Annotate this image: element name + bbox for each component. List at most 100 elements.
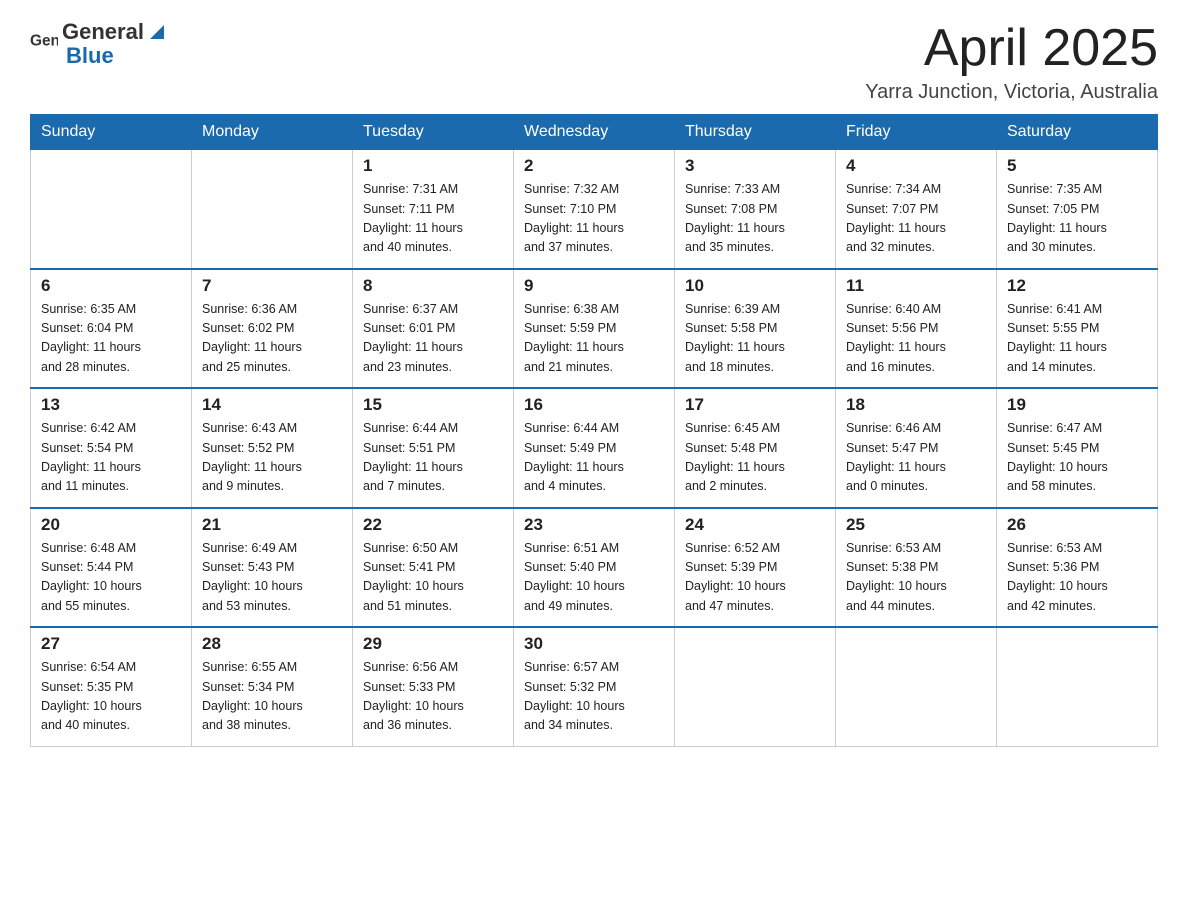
day-info: Sunrise: 6:41 AM Sunset: 5:55 PM Dayligh… [1007, 300, 1147, 378]
day-info: Sunrise: 6:42 AM Sunset: 5:54 PM Dayligh… [41, 419, 181, 497]
day-number: 10 [685, 276, 825, 296]
calendar-day-cell: 9 Sunrise: 6:38 AM Sunset: 5:59 PM Daylig… [514, 269, 675, 389]
day-number: 27 [41, 634, 181, 654]
calendar-header: SundayMondayTuesdayWednesdayThursdayFrid… [31, 115, 1158, 150]
day-number: 4 [846, 156, 986, 176]
calendar-day-cell [997, 627, 1158, 746]
day-info: Sunrise: 6:38 AM Sunset: 5:59 PM Dayligh… [524, 300, 664, 378]
calendar-week-row: 27 Sunrise: 6:54 AM Sunset: 5:35 PM Dayli… [31, 627, 1158, 746]
day-info: Sunrise: 6:49 AM Sunset: 5:43 PM Dayligh… [202, 539, 342, 617]
calendar-day-cell: 12 Sunrise: 6:41 AM Sunset: 5:55 PM Dayli… [997, 269, 1158, 389]
logo-blue-text: Blue [66, 44, 168, 68]
day-number: 5 [1007, 156, 1147, 176]
day-info: Sunrise: 7:34 AM Sunset: 7:07 PM Dayligh… [846, 180, 986, 258]
day-info: Sunrise: 6:46 AM Sunset: 5:47 PM Dayligh… [846, 419, 986, 497]
calendar-day-cell [836, 627, 997, 746]
day-number: 26 [1007, 515, 1147, 535]
day-number: 25 [846, 515, 986, 535]
day-info: Sunrise: 6:44 AM Sunset: 5:51 PM Dayligh… [363, 419, 503, 497]
day-info: Sunrise: 7:35 AM Sunset: 7:05 PM Dayligh… [1007, 180, 1147, 258]
calendar-day-cell [675, 627, 836, 746]
day-info: Sunrise: 6:43 AM Sunset: 5:52 PM Dayligh… [202, 419, 342, 497]
weekday-header-sunday: Sunday [31, 115, 192, 150]
calendar-day-cell: 13 Sunrise: 6:42 AM Sunset: 5:54 PM Dayli… [31, 388, 192, 508]
day-number: 29 [363, 634, 503, 654]
day-info: Sunrise: 6:52 AM Sunset: 5:39 PM Dayligh… [685, 539, 825, 617]
calendar-day-cell: 16 Sunrise: 6:44 AM Sunset: 5:49 PM Dayli… [514, 388, 675, 508]
weekday-header-row: SundayMondayTuesdayWednesdayThursdayFrid… [31, 115, 1158, 150]
calendar-day-cell: 26Sunrise: 6:53 AM Sunset: 5:36 PM Dayli… [997, 508, 1158, 628]
day-number: 2 [524, 156, 664, 176]
logo-icon: General [30, 30, 58, 58]
calendar-day-cell: 27 Sunrise: 6:54 AM Sunset: 5:35 PM Dayli… [31, 627, 192, 746]
day-number: 18 [846, 395, 986, 415]
calendar-day-cell: 20Sunrise: 6:48 AM Sunset: 5:44 PM Dayli… [31, 508, 192, 628]
calendar-day-cell: 21 Sunrise: 6:49 AM Sunset: 5:43 PM Dayli… [192, 508, 353, 628]
day-number: 13 [41, 395, 181, 415]
day-number: 9 [524, 276, 664, 296]
weekday-header-thursday: Thursday [675, 115, 836, 150]
day-info: Sunrise: 6:55 AM Sunset: 5:34 PM Dayligh… [202, 658, 342, 736]
day-number: 23 [524, 515, 664, 535]
calendar-day-cell: 2 Sunrise: 7:32 AM Sunset: 7:10 PM Daylig… [514, 150, 675, 269]
day-info: Sunrise: 6:35 AM Sunset: 6:04 PM Dayligh… [41, 300, 181, 378]
calendar-week-row: 1Sunrise: 7:31 AM Sunset: 7:11 PM Daylig… [31, 150, 1158, 269]
calendar-day-cell: 29 Sunrise: 6:56 AM Sunset: 5:33 PM Dayli… [353, 627, 514, 746]
day-info: Sunrise: 6:44 AM Sunset: 5:49 PM Dayligh… [524, 419, 664, 497]
day-info: Sunrise: 6:47 AM Sunset: 5:45 PM Dayligh… [1007, 419, 1147, 497]
calendar-day-cell: 22 Sunrise: 6:50 AM Sunset: 5:41 PM Dayli… [353, 508, 514, 628]
day-info: Sunrise: 6:40 AM Sunset: 5:56 PM Dayligh… [846, 300, 986, 378]
calendar-week-row: 6 Sunrise: 6:35 AM Sunset: 6:04 PM Daylig… [31, 269, 1158, 389]
calendar-day-cell: 18 Sunrise: 6:46 AM Sunset: 5:47 PM Dayli… [836, 388, 997, 508]
day-info: Sunrise: 6:37 AM Sunset: 6:01 PM Dayligh… [363, 300, 503, 378]
calendar-day-cell: 23Sunrise: 6:51 AM Sunset: 5:40 PM Dayli… [514, 508, 675, 628]
day-number: 12 [1007, 276, 1147, 296]
day-number: 17 [685, 395, 825, 415]
weekday-header-monday: Monday [192, 115, 353, 150]
calendar-day-cell: 6 Sunrise: 6:35 AM Sunset: 6:04 PM Daylig… [31, 269, 192, 389]
calendar-day-cell: 7 Sunrise: 6:36 AM Sunset: 6:02 PM Daylig… [192, 269, 353, 389]
calendar-day-cell [31, 150, 192, 269]
day-number: 6 [41, 276, 181, 296]
day-number: 16 [524, 395, 664, 415]
day-number: 22 [363, 515, 503, 535]
day-info: Sunrise: 6:54 AM Sunset: 5:35 PM Dayligh… [41, 658, 181, 736]
calendar-day-cell: 11 Sunrise: 6:40 AM Sunset: 5:56 PM Dayli… [836, 269, 997, 389]
logo: General General Blue [30, 20, 168, 68]
day-info: Sunrise: 7:31 AM Sunset: 7:11 PM Dayligh… [363, 180, 503, 258]
calendar-body: 1Sunrise: 7:31 AM Sunset: 7:11 PM Daylig… [31, 150, 1158, 747]
day-info: Sunrise: 6:56 AM Sunset: 5:33 PM Dayligh… [363, 658, 503, 736]
calendar-day-cell: 28Sunrise: 6:55 AM Sunset: 5:34 PM Dayli… [192, 627, 353, 746]
title-block: April 2025 Yarra Junction, Victoria, Aus… [865, 20, 1158, 104]
day-number: 24 [685, 515, 825, 535]
weekday-header-friday: Friday [836, 115, 997, 150]
svg-text:General: General [30, 33, 58, 50]
day-info: Sunrise: 6:36 AM Sunset: 6:02 PM Dayligh… [202, 300, 342, 378]
logo-triangle-icon [146, 21, 168, 43]
day-info: Sunrise: 7:32 AM Sunset: 7:10 PM Dayligh… [524, 180, 664, 258]
day-number: 21 [202, 515, 342, 535]
calendar-day-cell: 30Sunrise: 6:57 AM Sunset: 5:32 PM Dayli… [514, 627, 675, 746]
calendar-day-cell: 1Sunrise: 7:31 AM Sunset: 7:11 PM Daylig… [353, 150, 514, 269]
day-info: Sunrise: 6:50 AM Sunset: 5:41 PM Dayligh… [363, 539, 503, 617]
logo-general-text: General [62, 20, 144, 44]
day-number: 19 [1007, 395, 1147, 415]
calendar-day-cell: 15Sunrise: 6:44 AM Sunset: 5:51 PM Dayli… [353, 388, 514, 508]
page-header: General General Blue April 2025 Yarra Ju… [30, 20, 1158, 104]
calendar-day-cell: 25Sunrise: 6:53 AM Sunset: 5:38 PM Dayli… [836, 508, 997, 628]
calendar-day-cell: 8 Sunrise: 6:37 AM Sunset: 6:01 PM Daylig… [353, 269, 514, 389]
calendar-week-row: 20Sunrise: 6:48 AM Sunset: 5:44 PM Dayli… [31, 508, 1158, 628]
weekday-header-wednesday: Wednesday [514, 115, 675, 150]
calendar-table: SundayMondayTuesdayWednesdayThursdayFrid… [30, 114, 1158, 747]
day-number: 7 [202, 276, 342, 296]
day-number: 14 [202, 395, 342, 415]
day-number: 8 [363, 276, 503, 296]
calendar-day-cell: 14 Sunrise: 6:43 AM Sunset: 5:52 PM Dayli… [192, 388, 353, 508]
weekday-header-tuesday: Tuesday [353, 115, 514, 150]
weekday-header-saturday: Saturday [997, 115, 1158, 150]
day-info: Sunrise: 6:45 AM Sunset: 5:48 PM Dayligh… [685, 419, 825, 497]
calendar-location: Yarra Junction, Victoria, Australia [865, 81, 1158, 104]
day-number: 11 [846, 276, 986, 296]
calendar-day-cell: 4 Sunrise: 7:34 AM Sunset: 7:07 PM Daylig… [836, 150, 997, 269]
day-info: Sunrise: 6:48 AM Sunset: 5:44 PM Dayligh… [41, 539, 181, 617]
